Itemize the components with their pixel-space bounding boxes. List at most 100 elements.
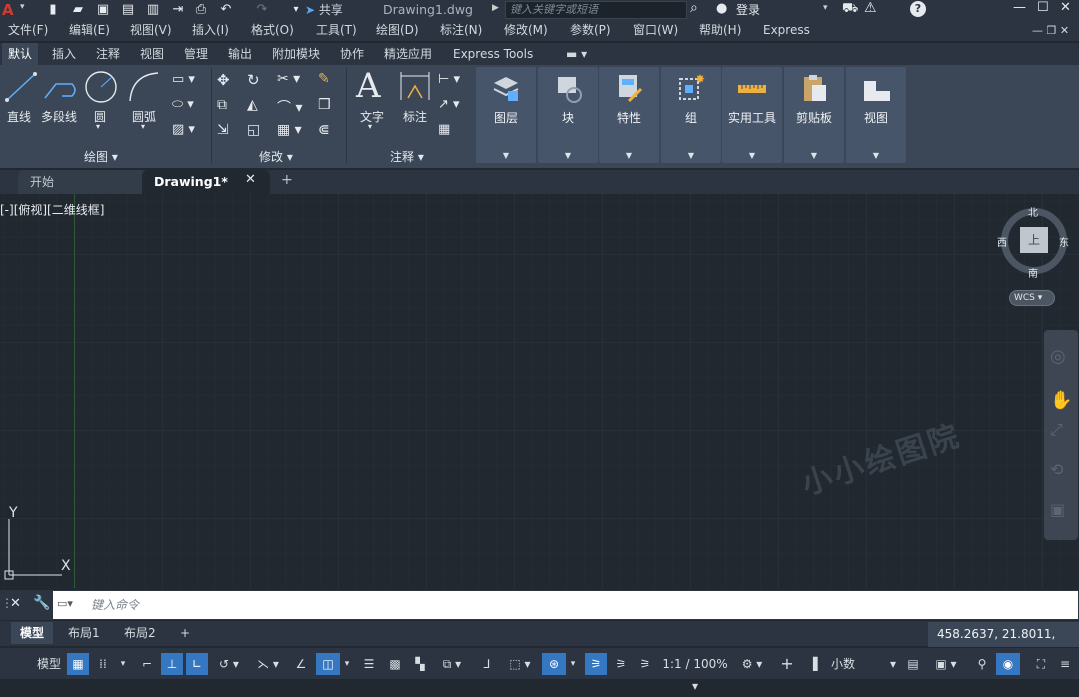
circle-dropdown-icon[interactable]: ▾ <box>96 122 100 131</box>
clipboard-panel-button[interactable]: 剪贴板 ▼ <box>784 67 844 163</box>
maximize-icon[interactable]: ☐ <box>1037 0 1049 15</box>
search-icon[interactable]: ⌕ <box>690 0 698 16</box>
save-icon[interactable]: ▣ <box>95 2 111 18</box>
orbit-icon[interactable]: ⟲ <box>1050 460 1063 479</box>
selection-cycling-icon[interactable]: ▚ <box>409 653 431 675</box>
share-button[interactable]: ➤ 共享 <box>305 0 343 20</box>
recent-commands-icon[interactable]: ▭▾ <box>57 597 73 610</box>
open-file-icon[interactable]: ▰ <box>70 2 86 18</box>
new-file-icon[interactable]: ▮ <box>45 2 61 18</box>
viewport-controls[interactable]: [-][俯视][二维线框] <box>0 201 104 218</box>
menu-dimension[interactable]: 标注(N) <box>440 20 482 41</box>
zoom-extents-icon[interactable]: ⤢ <box>1050 420 1063 440</box>
login-dropdown-icon[interactable]: ▾ <box>823 3 828 13</box>
tab-addins[interactable]: 附加模块 <box>266 43 326 65</box>
stretch-icon[interactable]: ⇲ <box>217 122 229 138</box>
rotate-icon[interactable]: ↻ <box>247 71 260 89</box>
tab-collaborate[interactable]: 协作 <box>334 43 370 65</box>
tab-view[interactable]: 视图 <box>134 43 170 65</box>
arc-icon[interactable] <box>126 69 162 105</box>
viewcube-top-face[interactable]: 上 <box>1020 227 1048 253</box>
search-chevron-icon[interactable]: ▶ <box>492 3 499 13</box>
lock-ui-icon[interactable]: ▣ ▾ <box>928 653 964 675</box>
compass-east[interactable]: 东 <box>1059 234 1069 249</box>
annotation-scale-icon[interactable]: ⚞ <box>634 653 656 675</box>
tab-start[interactable]: 开始 <box>18 170 146 194</box>
layers-panel-button[interactable]: 图层 ▼ <box>476 67 536 163</box>
tab-manage[interactable]: 管理 <box>178 43 214 65</box>
offset-icon[interactable]: ⋐ <box>318 122 330 138</box>
arc-dropdown-icon[interactable]: ▾ <box>141 122 145 131</box>
lineweight-icon[interactable]: ☰ <box>358 653 380 675</box>
annotation-visibility-icon[interactable]: ⚞ <box>585 653 607 675</box>
gizmo-dropdown-icon[interactable]: ▾ <box>567 653 579 675</box>
wcs-menu[interactable]: WCS ▾ <box>1009 290 1055 306</box>
close-command-icon[interactable]: ✕ <box>10 596 21 611</box>
snap-icon[interactable]: ⁞⁞ <box>92 653 114 675</box>
annotation-monitor-icon[interactable]: + <box>776 653 798 675</box>
mirror-icon[interactable]: ◭ <box>247 97 258 113</box>
user-icon[interactable]: ● <box>716 1 727 16</box>
transparency-icon[interactable]: ▩ <box>384 653 406 675</box>
search-input[interactable]: 键入关键字或短语 <box>505 1 687 19</box>
customization-menu-icon[interactable]: ≡ <box>1054 653 1076 675</box>
minimize-icon[interactable]: — <box>1013 0 1026 15</box>
snap-dropdown-icon[interactable]: ▾ <box>117 653 129 675</box>
leader-icon[interactable]: ↗ ▾ <box>438 97 460 112</box>
rectangle-icon[interactable]: ▭ ▾ <box>172 72 195 87</box>
hatch-icon[interactable]: ▨ ▾ <box>172 122 195 137</box>
command-input[interactable]: 键入命令 <box>53 591 1078 619</box>
autodesk-icon[interactable]: ⚠ <box>864 0 877 16</box>
model-space-button[interactable]: 模型 <box>34 653 64 675</box>
coordinates-display[interactable]: 458.2637, 21.8011, 0.0000 <box>928 622 1079 666</box>
grid-icon[interactable]: ▦ <box>67 653 89 675</box>
print-icon[interactable]: ⎙ <box>193 2 209 18</box>
explode-icon[interactable]: ❒ <box>318 97 331 113</box>
scale-icon[interactable]: ◱ <box>247 122 260 138</box>
draw-group-label[interactable]: 绘图 ▾ <box>84 148 118 165</box>
steering-wheel-icon[interactable]: ◎ <box>1050 346 1066 367</box>
workspace-gear-icon[interactable]: ⚙ ▾ <box>734 653 770 675</box>
annotation-group-label[interactable]: 注释 ▾ <box>390 148 424 165</box>
block-panel-button[interactable]: 块 ▼ <box>538 67 598 163</box>
osnap-dropdown-icon[interactable]: ▾ <box>341 653 353 675</box>
tab-output[interactable]: 输出 <box>222 43 258 65</box>
menu-express[interactable]: Express <box>763 20 810 41</box>
cart-icon[interactable]: ⛟ <box>842 1 858 18</box>
properties-panel-button[interactable]: 特性 ▼ <box>599 67 659 163</box>
dimension-label[interactable]: 标注 <box>403 108 427 125</box>
undo-icon[interactable]: ↶ <box>218 2 234 18</box>
menu-parametric[interactable]: 参数(P) <box>570 20 611 41</box>
table-icon[interactable]: ▦ <box>438 122 450 137</box>
menu-format[interactable]: 格式(O) <box>251 20 294 41</box>
tab-insert[interactable]: 插入 <box>46 43 82 65</box>
tab-home[interactable]: 默认 <box>2 43 39 65</box>
menu-draw[interactable]: 绘图(D) <box>376 20 419 41</box>
compass-west[interactable]: 西 <box>997 234 1007 249</box>
units-icon[interactable]: ▐ <box>806 653 820 675</box>
login-button[interactable]: 登录 <box>736 0 760 20</box>
circle-icon[interactable] <box>83 69 119 105</box>
object-snap-tracking-icon[interactable]: ∠ <box>290 653 312 675</box>
redo-icon[interactable]: ↷ <box>254 2 270 18</box>
polyline-icon[interactable] <box>42 70 80 104</box>
erase-icon[interactable]: ✎ <box>318 71 330 87</box>
annotation-scale-dropdown[interactable]: 1:1 / 100% ▾ <box>660 653 730 693</box>
auto-scale-icon[interactable]: ⚞ <box>610 653 632 675</box>
menu-window[interactable]: 窗口(W) <box>633 20 678 41</box>
quick-properties-icon[interactable]: ▤ <box>902 653 924 675</box>
polar-tracking-icon[interactable]: ↺ ▾ <box>211 653 247 675</box>
customize-icon[interactable]: 🔧 <box>33 595 50 611</box>
menu-tools[interactable]: 工具(T) <box>316 20 357 41</box>
copy-icon[interactable]: ⧉ <box>217 97 227 113</box>
isometric-icon[interactable]: ⋋ ▾ <box>250 653 286 675</box>
app-logo-icon[interactable]: A <box>2 1 18 19</box>
polyline-label[interactable]: 多段线 <box>41 108 77 125</box>
clean-screen-icon[interactable]: ⛶ <box>1030 653 1052 675</box>
object-snap-icon[interactable]: ◫ <box>316 653 340 675</box>
layout-tab-1[interactable]: 布局1 <box>59 622 109 644</box>
gizmo-icon[interactable]: ⊛ <box>542 653 566 675</box>
new-tab-icon[interactable]: + <box>281 172 293 188</box>
save-as-icon[interactable]: ▤ <box>120 2 136 18</box>
menu-help[interactable]: 帮助(H) <box>699 20 741 41</box>
